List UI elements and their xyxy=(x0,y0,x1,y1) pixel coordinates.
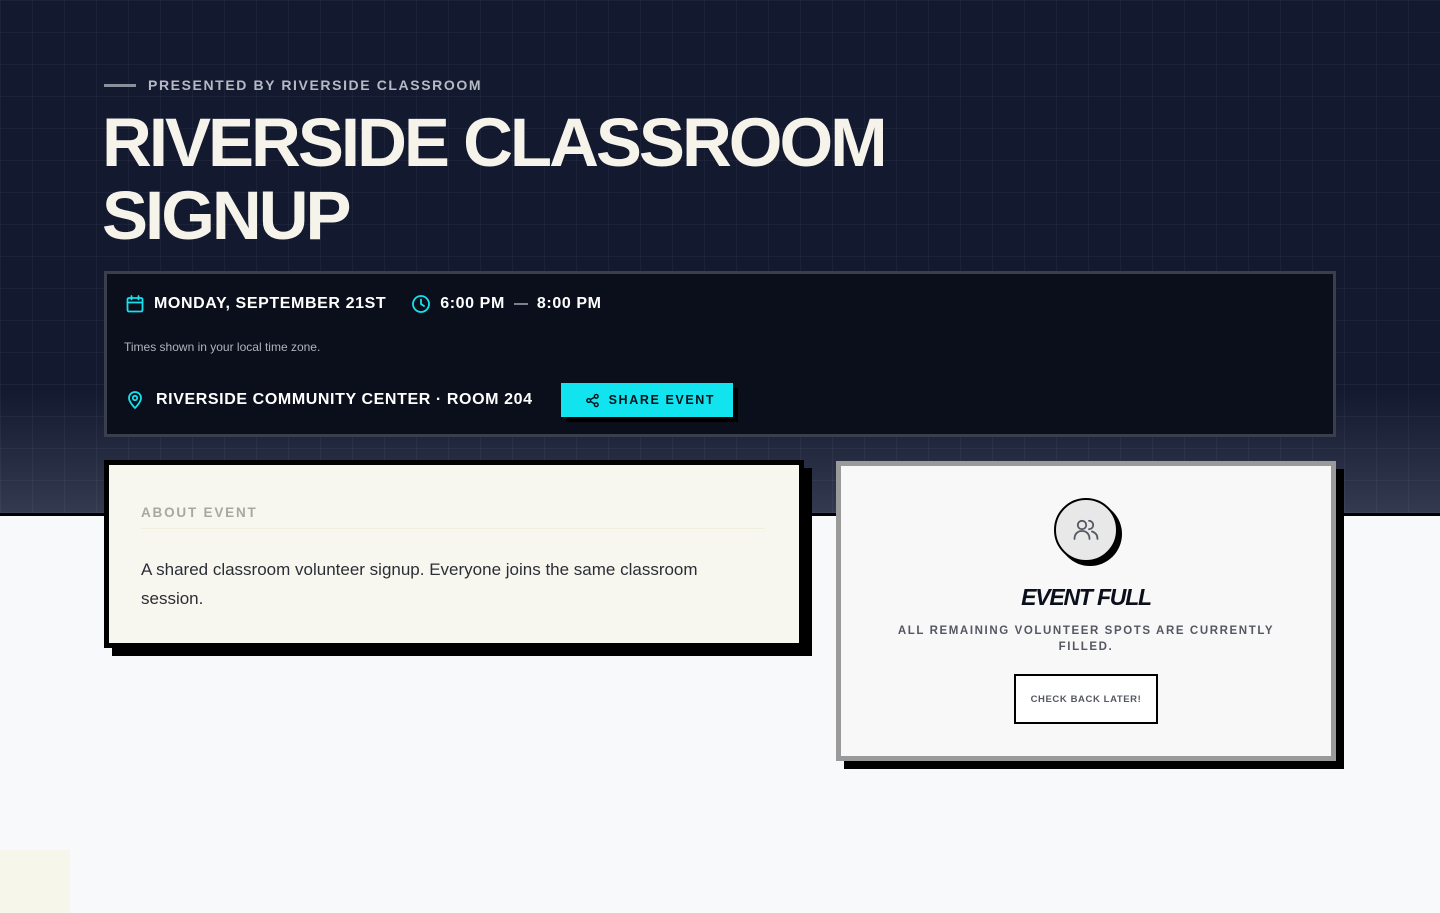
event-start-time: 6:00 PM xyxy=(440,295,505,312)
clock-icon xyxy=(410,293,432,315)
event-location-row: RIVERSIDE COMMUNITY CENTER · ROOM 204 SH… xyxy=(124,382,734,418)
eyebrow: PRESENTED BY RIVERSIDE CLASSROOM xyxy=(104,76,482,94)
eyebrow-divider xyxy=(104,83,136,87)
event-location: RIVERSIDE COMMUNITY CENTER · ROOM 204 xyxy=(156,391,533,408)
about-event-card: ABOUT EVENT A shared classroom volunteer… xyxy=(104,460,804,648)
presenter-label: PRESENTED BY RIVERSIDE CLASSROOM xyxy=(148,77,483,93)
event-full-title: EVENT FULL xyxy=(1021,584,1152,610)
event-time: 6:00 PM 8:00 PM xyxy=(410,293,601,315)
corner-decoration xyxy=(0,850,70,913)
about-event-heading: ABOUT EVENT xyxy=(141,505,765,529)
event-full-card: EVENT FULL ALL REMAINING VOLUNTEER SPOTS… xyxy=(836,461,1336,761)
map-pin-icon xyxy=(124,389,146,411)
users-icon-badge xyxy=(1054,498,1118,562)
hero-banner: PRESENTED BY RIVERSIDE CLASSROOM RIVERSI… xyxy=(0,0,1440,516)
page-title: RIVERSIDE CLASSROOM SIGNUP xyxy=(102,106,1002,252)
share-icon xyxy=(585,392,601,408)
timezone-note: Times shown in your local time zone. xyxy=(124,340,321,354)
share-event-button[interactable]: SHARE EVENT xyxy=(560,383,734,417)
event-end-time: 8:00 PM xyxy=(536,295,602,312)
time-range-dash xyxy=(513,303,528,305)
about-event-description: A shared classroom volunteer signup. Eve… xyxy=(141,560,698,608)
event-full-subtitle: ALL REMAINING VOLUNTEER SPOTS ARE CURREN… xyxy=(897,625,1275,653)
page-title-line2: SIGNUP xyxy=(102,177,352,254)
event-date: MONDAY, SEPTEMBER 21ST xyxy=(154,295,387,312)
event-info-panel: MONDAY, SEPTEMBER 21ST 6:00 PM 8:00 PM T… xyxy=(104,271,1336,437)
calendar-icon xyxy=(124,293,146,315)
users-icon xyxy=(1073,519,1099,540)
page-title-line1: RIVERSIDE CLASSROOM xyxy=(102,104,888,181)
check-back-later-button[interactable]: CHECK BACK LATER! xyxy=(1014,674,1158,724)
event-datetime-row: MONDAY, SEPTEMBER 21ST 6:00 PM 8:00 PM xyxy=(124,290,602,318)
share-event-label: SHARE EVENT xyxy=(608,393,716,407)
